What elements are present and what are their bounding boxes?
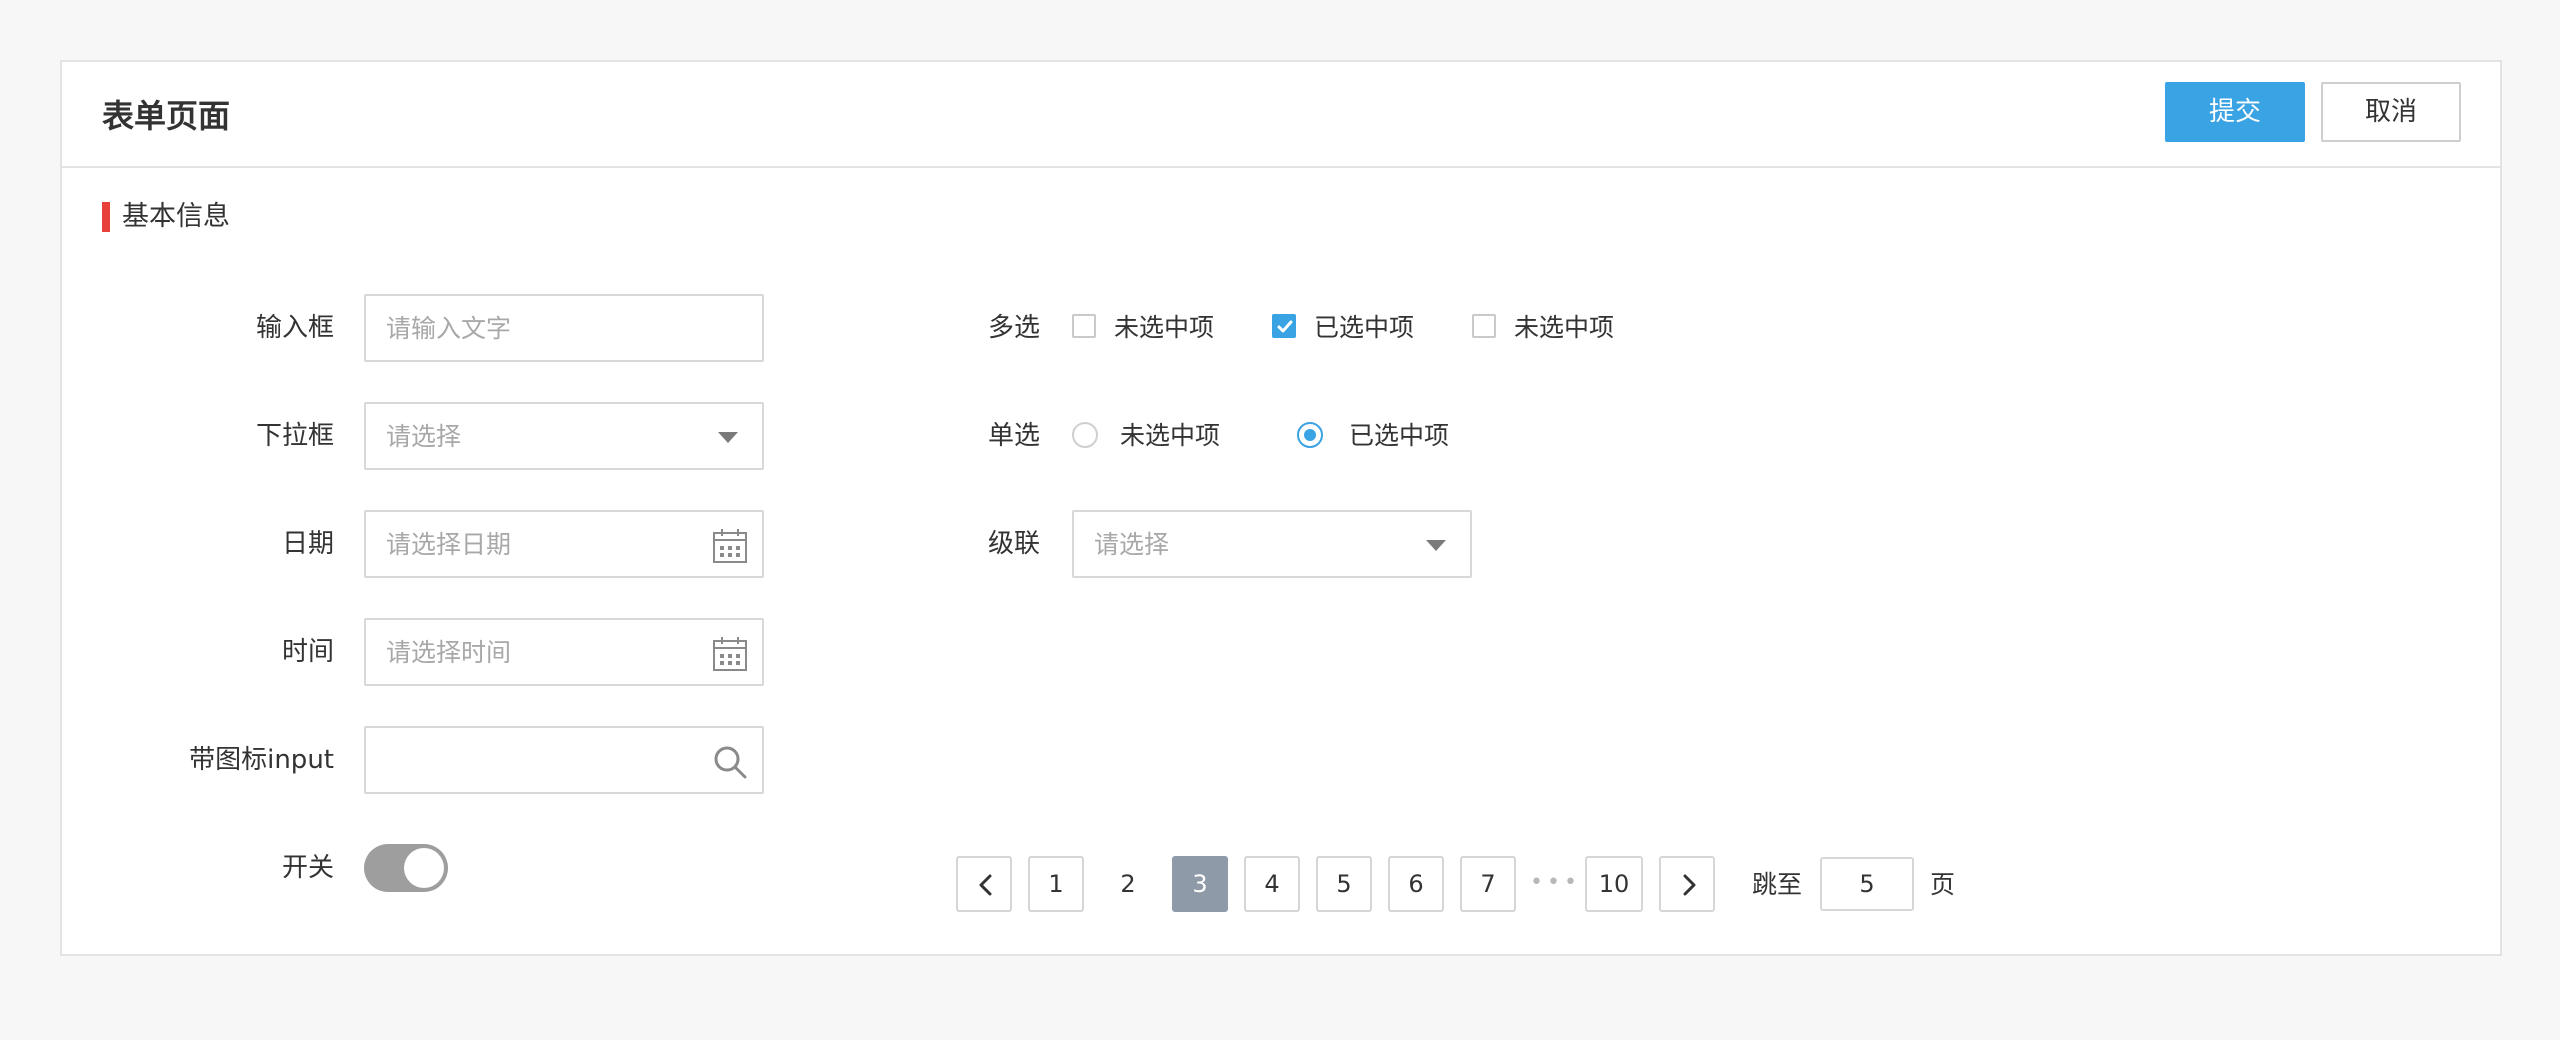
- cascader-select[interactable]: 请选择: [1072, 510, 1472, 578]
- jump-page-input[interactable]: [1820, 857, 1914, 911]
- date-picker[interactable]: [364, 510, 764, 578]
- page-button-4[interactable]: 4: [1244, 856, 1300, 912]
- icon-input[interactable]: [386, 742, 686, 778]
- cancel-button[interactable]: 取消: [2321, 82, 2461, 142]
- checkbox-label: 已选中项: [1314, 313, 1415, 342]
- page-button-10[interactable]: 10: [1585, 856, 1643, 912]
- calendar-icon[interactable]: [712, 636, 748, 672]
- switch-knob: [404, 848, 444, 888]
- section-accent-bar: [102, 202, 110, 232]
- checkbox-label: 未选中项: [1514, 313, 1615, 342]
- checkbox-label: 未选中项: [1114, 313, 1215, 342]
- checkbox[interactable]: [1272, 314, 1296, 338]
- toggle-switch[interactable]: [364, 844, 448, 892]
- time-picker[interactable]: [364, 618, 764, 686]
- checkbox[interactable]: [1472, 314, 1496, 338]
- caret-down-icon: [718, 432, 738, 443]
- page-button-3-current[interactable]: 3: [1172, 856, 1228, 912]
- page-button-1[interactable]: 1: [1028, 856, 1084, 912]
- section-title: 基本信息: [102, 202, 230, 232]
- multi-select-label: 多选: [987, 313, 1040, 343]
- radio-button[interactable]: [1297, 422, 1323, 448]
- page-button-6[interactable]: 6: [1388, 856, 1444, 912]
- cascader-placeholder: 请选择: [1094, 530, 1170, 559]
- caret-down-icon: [1426, 540, 1446, 551]
- chevron-left-icon: [979, 874, 992, 896]
- section-title-text: 基本信息: [122, 201, 230, 232]
- single-select-label: 单选: [987, 421, 1040, 451]
- dropdown-placeholder: 请选择: [386, 422, 462, 451]
- page-suffix-label: 页: [1930, 870, 1956, 899]
- chevron-right-icon: [1683, 874, 1696, 896]
- pagination-ellipsis: •••: [1530, 870, 1581, 895]
- date-input[interactable]: [386, 526, 686, 562]
- check-icon: [1277, 320, 1293, 333]
- checkbox[interactable]: [1072, 314, 1096, 338]
- submit-button[interactable]: 提交: [2165, 82, 2305, 142]
- icon-input-field[interactable]: [364, 726, 764, 794]
- calendar-icon[interactable]: [712, 528, 748, 564]
- page-button-5[interactable]: 5: [1316, 856, 1372, 912]
- dropdown-label: 下拉框: [255, 421, 334, 451]
- text-input-field[interactable]: [364, 294, 764, 362]
- prev-page-button[interactable]: [956, 856, 1012, 912]
- radio-label: 已选中项: [1349, 421, 1450, 450]
- page-button-7[interactable]: 7: [1460, 856, 1516, 912]
- jump-to-label: 跳至: [1752, 870, 1803, 899]
- icon-input-label: 带图标input: [189, 745, 334, 775]
- form-card: 表单页面 提交 取消 基本信息: [60, 60, 2502, 956]
- search-icon[interactable]: [712, 744, 748, 780]
- card-header: 表单页面 提交 取消: [62, 62, 2500, 168]
- time-input[interactable]: [386, 634, 686, 670]
- page-title: 表单页面: [102, 97, 231, 135]
- dropdown-select[interactable]: 请选择: [364, 402, 764, 470]
- radio-button[interactable]: [1072, 422, 1098, 448]
- cascader-label: 级联: [987, 529, 1040, 559]
- switch-label: 开关: [281, 853, 334, 883]
- text-input-label: 输入框: [255, 313, 334, 343]
- time-label: 时间: [281, 637, 334, 667]
- next-page-button[interactable]: [1659, 856, 1715, 912]
- text-input[interactable]: [386, 310, 686, 346]
- page-button-2[interactable]: 2: [1100, 856, 1156, 912]
- date-label: 日期: [281, 529, 334, 559]
- radio-label: 未选中项: [1120, 421, 1221, 450]
